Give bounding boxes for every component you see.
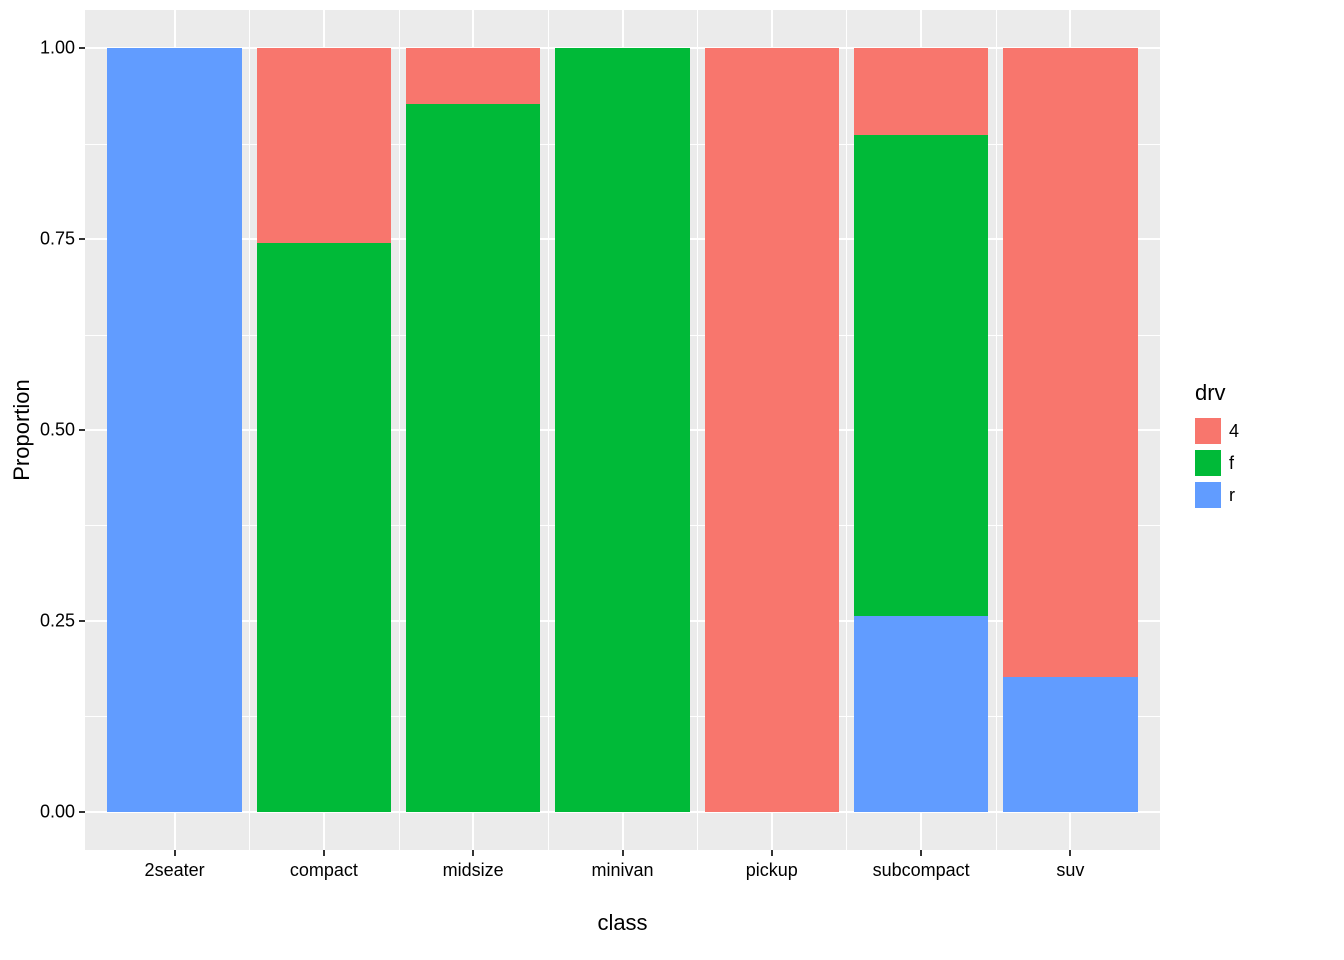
gridline-vertical-minor	[697, 10, 698, 850]
gridline-vertical-minor	[548, 10, 549, 850]
legend-swatch	[1195, 450, 1221, 476]
legend-key	[1195, 418, 1221, 444]
chart-container: 0.00 0.25 0.50 0.75 1.00 2seater compact midsiz…	[0, 0, 1344, 960]
bar-segment	[107, 48, 241, 812]
x-tick-label: 2seater	[145, 850, 205, 881]
bar-segment	[854, 135, 988, 615]
bar-segment	[406, 48, 540, 104]
legend: drv 4 fr	[1195, 380, 1239, 514]
bar-segment	[555, 48, 689, 812]
y-axis-title: Proportion	[9, 379, 35, 481]
bar-segment	[257, 243, 391, 812]
legend-key	[1195, 450, 1221, 476]
bar-segment	[854, 616, 988, 812]
legend-title: drv	[1195, 380, 1239, 406]
x-tick-label: minivan	[591, 850, 653, 881]
y-tick-label: 0.50	[40, 420, 85, 441]
y-tick-label: 0.25	[40, 610, 85, 631]
y-tick-label: 1.00	[40, 38, 85, 59]
x-axis-title: class	[597, 910, 647, 936]
bar-segment	[1003, 48, 1137, 676]
gridline-vertical-minor	[996, 10, 997, 850]
legend-item: r	[1195, 482, 1239, 508]
bar-segment	[406, 104, 540, 812]
x-tick-label: midsize	[443, 850, 504, 881]
legend-label: r	[1229, 485, 1235, 506]
bar-segment	[705, 48, 839, 812]
x-tick-label: pickup	[746, 850, 798, 881]
y-tick-label: 0.00	[40, 801, 85, 822]
gridline-vertical-minor	[249, 10, 250, 850]
x-tick-label: suv	[1056, 850, 1084, 881]
x-tick-label: compact	[290, 850, 358, 881]
legend-label: 4	[1229, 421, 1239, 442]
bar-segment	[257, 48, 391, 243]
plot-area: 0.000.250.500.751.002seatercompactmidsiz…	[85, 10, 1160, 850]
bar-segment	[1003, 677, 1137, 812]
x-tick-label: subcompact	[873, 850, 970, 881]
y-tick-label: 0.75	[40, 229, 85, 250]
gridline-vertical-minor	[846, 10, 847, 850]
gridline-vertical-minor	[399, 10, 400, 850]
legend-item: 4	[1195, 418, 1239, 444]
legend-label: f	[1229, 453, 1234, 474]
legend-item: f	[1195, 450, 1239, 476]
legend-swatch	[1195, 482, 1221, 508]
bar-segment	[854, 48, 988, 135]
legend-key	[1195, 482, 1221, 508]
legend-swatch	[1195, 418, 1221, 444]
